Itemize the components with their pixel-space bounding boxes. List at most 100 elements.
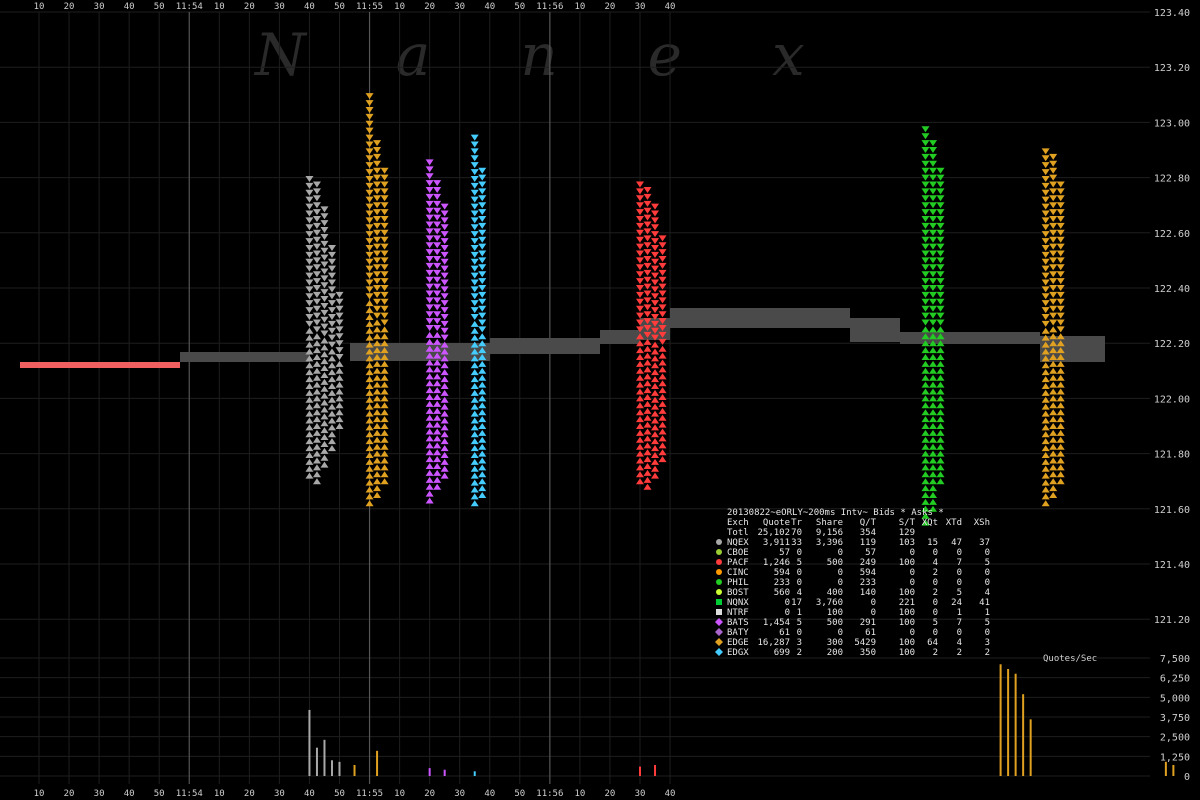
y-tick-price: 121.40 bbox=[1154, 560, 1190, 571]
x-tick-top: 20 bbox=[424, 2, 435, 12]
x-tick-bottom: 20 bbox=[244, 789, 255, 799]
x-tick-top: 50 bbox=[514, 2, 525, 12]
stats-header-cell: S/T bbox=[899, 518, 916, 528]
x-tick-bottom: 30 bbox=[274, 789, 285, 799]
stats-row-cell: 5 bbox=[957, 588, 962, 598]
x-tick-top: 40 bbox=[665, 2, 676, 12]
stats-row-cell: 0 bbox=[797, 568, 802, 578]
stats-row-cell: 41 bbox=[979, 598, 990, 608]
x-tick-bottom: 30 bbox=[635, 789, 646, 799]
stats-row-cell: 37 bbox=[979, 538, 990, 548]
stats-row-cell: 0 bbox=[838, 578, 843, 588]
stats-row-cell: 0 bbox=[838, 568, 843, 578]
stats-row-cell: 61 bbox=[779, 628, 790, 638]
x-tick-top: 20 bbox=[244, 2, 255, 12]
stats-row-cell: 3,396 bbox=[816, 538, 843, 548]
x-tick-bottom: 20 bbox=[605, 789, 616, 799]
stats-row-cell: 1 bbox=[985, 608, 990, 618]
x-tick-top: 11:54 bbox=[176, 2, 203, 12]
stats-row-cell: 4 bbox=[957, 638, 962, 648]
stats-row-cell: 0 bbox=[785, 598, 790, 608]
x-tick-top: 11:56 bbox=[536, 2, 563, 12]
stats-header-cell: Tr bbox=[791, 518, 802, 528]
y-tick-price: 121.20 bbox=[1154, 615, 1190, 626]
volume-bar bbox=[428, 768, 431, 776]
legend-marker bbox=[716, 579, 722, 585]
y-tick-price: 121.60 bbox=[1154, 505, 1190, 516]
volume-bar bbox=[323, 739, 326, 776]
x-tick-bottom: 20 bbox=[424, 789, 435, 799]
stats-header-cell: XQt bbox=[922, 518, 938, 528]
volume-bar bbox=[1029, 719, 1032, 776]
legend-marker bbox=[716, 549, 722, 555]
stats-row-cell: 15 bbox=[927, 538, 938, 548]
stats-row-cell: 5 bbox=[797, 618, 802, 628]
stats-row-cell: 100 bbox=[899, 648, 915, 658]
stats-row-cell: 7 bbox=[957, 558, 962, 568]
y-tick-volume: 3,750 bbox=[1160, 713, 1190, 724]
x-tick-top: 30 bbox=[274, 2, 285, 12]
stats-row-cell: 699 bbox=[774, 648, 790, 658]
stats-row-cell: 0 bbox=[957, 628, 962, 638]
stats-row-cell: 140 bbox=[860, 588, 876, 598]
x-tick-top: 10 bbox=[214, 2, 225, 12]
stats-row-cell: 64 bbox=[927, 638, 938, 648]
stats-total-cell: 70 bbox=[791, 528, 802, 538]
stats-row-cell: 2 bbox=[957, 648, 962, 658]
stats-row-cell: 0 bbox=[957, 568, 962, 578]
legend-marker bbox=[716, 589, 722, 595]
x-tick-bottom: 30 bbox=[94, 789, 105, 799]
y-tick-volume: 2,500 bbox=[1160, 733, 1190, 744]
y-tick-price: 122.60 bbox=[1154, 229, 1190, 240]
stats-total-cell: 25,102 bbox=[757, 528, 790, 538]
stats-row-cell: 500 bbox=[827, 558, 843, 568]
volume-bar bbox=[353, 764, 356, 776]
stats-row-cell: 0 bbox=[957, 548, 962, 558]
quote-chart: Nanex 10 20 30 40 50 11:54 10 20 30 40 50 11:55 10 20… bbox=[0, 0, 1200, 800]
volume-bar bbox=[473, 771, 476, 776]
volume-bar bbox=[330, 760, 333, 776]
x-tick-bottom: 10 bbox=[214, 789, 225, 799]
volume-bar bbox=[376, 750, 379, 776]
stats-row-cell: 1 bbox=[797, 608, 802, 618]
x-tick-bottom: 50 bbox=[334, 789, 345, 799]
stats-row-cell: 103 bbox=[899, 538, 915, 548]
stats-row-cell: 291 bbox=[860, 618, 876, 628]
legend-marker bbox=[716, 539, 722, 545]
volume-bar bbox=[1014, 673, 1017, 776]
volume-bar bbox=[1022, 694, 1025, 776]
x-tick-bottom: 10 bbox=[34, 789, 45, 799]
stats-row-cell: 4 bbox=[985, 588, 990, 598]
volume-bar bbox=[1172, 764, 1175, 776]
y-tick-price: 122.20 bbox=[1154, 339, 1190, 350]
stats-title: 20130822~eORLY~200ms Intv~ Bids * Asks * bbox=[727, 508, 944, 518]
stats-total-cell: 354 bbox=[860, 528, 876, 538]
stats-row-cell: 5 bbox=[985, 618, 990, 628]
y-tick-price: 123.40 bbox=[1154, 8, 1190, 19]
x-tick-bottom: 11:56 bbox=[536, 789, 563, 799]
volume-bar bbox=[308, 709, 311, 776]
stats-row-cell: 0 bbox=[933, 578, 938, 588]
stats-row-cell: 350 bbox=[860, 648, 876, 658]
stats-row-cell: 4 bbox=[933, 558, 938, 568]
x-tick-bottom: 40 bbox=[665, 789, 676, 799]
x-tick-top: 11:55 bbox=[356, 2, 383, 12]
stats-row-cell: 594 bbox=[774, 568, 790, 578]
stats-row-cell: 0 bbox=[957, 578, 962, 588]
stats-row-cell: 0 bbox=[910, 548, 915, 558]
stats-header-cell: Share bbox=[816, 518, 843, 528]
x-tick-top: 20 bbox=[64, 2, 75, 12]
stats-row-cell: 200 bbox=[827, 648, 843, 658]
stats-row-cell: 57 bbox=[779, 548, 790, 558]
y-tick-volume: 1,250 bbox=[1160, 752, 1190, 763]
stats-row-cell: 2 bbox=[933, 588, 938, 598]
stats-row-cell: 0 bbox=[933, 598, 938, 608]
stats-row-cell: CINC bbox=[727, 568, 749, 578]
stats-row-cell: 5 bbox=[797, 558, 802, 568]
stats-row-cell: 300 bbox=[827, 638, 843, 648]
stats-row-cell: BOST bbox=[727, 588, 749, 598]
stats-row-cell: 2 bbox=[933, 568, 938, 578]
y-tick-price: 122.00 bbox=[1154, 394, 1190, 405]
x-tick-top: 10 bbox=[34, 2, 45, 12]
stats-row-cell: 0 bbox=[933, 608, 938, 618]
